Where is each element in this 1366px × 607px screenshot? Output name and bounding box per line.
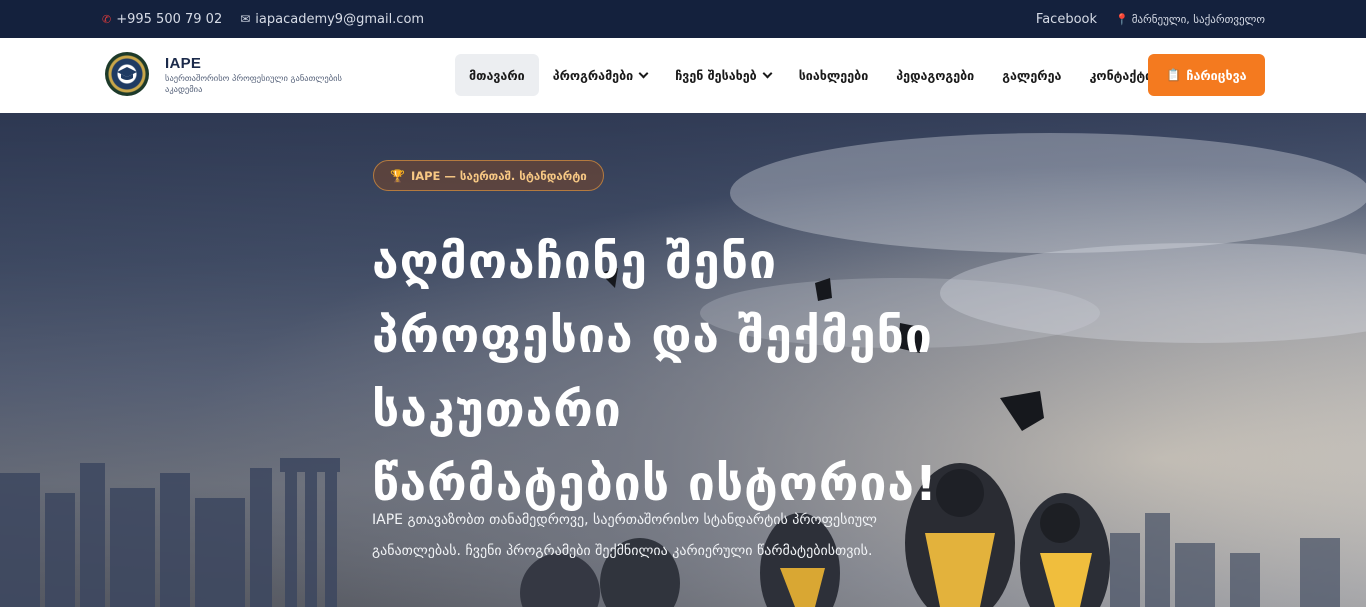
nav-label: ჩვენ შესახებ (675, 67, 757, 83)
brand-name: IAPE (165, 55, 202, 72)
clipboard-icon: 📋 (1166, 68, 1182, 82)
nav-item-news[interactable]: სიახლეები (785, 54, 883, 96)
location-text: მარნეული, საქართველო (1131, 12, 1265, 26)
topbar-right: Facebook 📍 მარნეული, საქართველო (1036, 0, 1265, 38)
headline-line: პროფესია და შექმენი (372, 308, 933, 364)
top-bar: ✆ +995 500 79 02 ✉ iapacademy9@gmail.com… (0, 0, 1366, 38)
graduation-cap-icon (117, 67, 137, 80)
brand-subtitle: საერთაშორისო პროფესიული განათლების აკადე… (165, 74, 342, 95)
nav-item-home[interactable]: მთავარი (455, 54, 539, 96)
nav-label: კონტაქტი (1089, 67, 1153, 83)
nav-label: სიახლეები (798, 67, 869, 83)
nav-item-about[interactable]: ჩვენ შესახებ (661, 54, 785, 96)
logo-icon[interactable] (105, 52, 149, 96)
phone-contact[interactable]: ✆ +995 500 79 02 (102, 12, 222, 27)
nav-label: პროგრამები (552, 67, 634, 83)
headline-line: საკუთარი (372, 382, 622, 438)
main-nav: მთავარი პროგრამები ჩვენ შესახებ სიახლეებ… (455, 54, 1166, 96)
nav-item-teachers[interactable]: პედაგოგები (882, 54, 988, 96)
trophy-icon: 🏆 (390, 168, 405, 183)
enroll-button[interactable]: 📋 ჩარიცხვა (1148, 54, 1265, 96)
phone-text: +995 500 79 02 (116, 11, 223, 27)
enroll-label: ჩარიცხვა (1186, 67, 1247, 83)
pin-icon: 📍 (1115, 12, 1129, 26)
location: 📍 მარნეული, საქართველო (1115, 13, 1265, 26)
chevron-down-icon (638, 68, 649, 78)
nav-label: მთავარი (469, 67, 525, 83)
nav-item-gallery[interactable]: გალერეა (988, 54, 1075, 96)
hero-headline: აღმოაჩინე შენი პროფესია და შექმენი საკუთ… (372, 225, 1032, 521)
nav-item-programs[interactable]: პროგრამები (539, 54, 662, 96)
main-header: IAPE საერთაშორისო პროფესიული განათლების … (0, 38, 1366, 113)
email-text: iapacademy9@gmail.com (255, 11, 425, 27)
mail-icon: ✉ (240, 12, 251, 26)
hero-section: 🏆 IAPE — საერთაშ. სტანდარტი აღმოაჩინე შე… (0, 113, 1366, 607)
phone-icon: ✆ (102, 12, 112, 26)
chevron-down-icon (762, 68, 773, 78)
nav-label: პედაგოგები (896, 67, 975, 83)
brand[interactable]: IAPE საერთაშორისო პროფესიული განათლების … (165, 55, 365, 96)
email-contact[interactable]: ✉ iapacademy9@gmail.com (240, 12, 424, 27)
hero-description: IAPE გთავაზობთ თანამედროვე, საერთაშორისო… (372, 512, 877, 559)
headline-line: აღმოაჩინე შენი (372, 234, 778, 290)
facebook-link[interactable]: Facebook (1036, 12, 1097, 27)
hero-badge: 🏆 IAPE — საერთაშ. სტანდარტი (373, 160, 604, 191)
badge-text: IAPE — საერთაშ. სტანდარტი (410, 168, 587, 183)
contact-info: ✆ +995 500 79 02 ✉ iapacademy9@gmail.com (102, 0, 424, 38)
nav-label: გალერეა (1002, 67, 1062, 83)
